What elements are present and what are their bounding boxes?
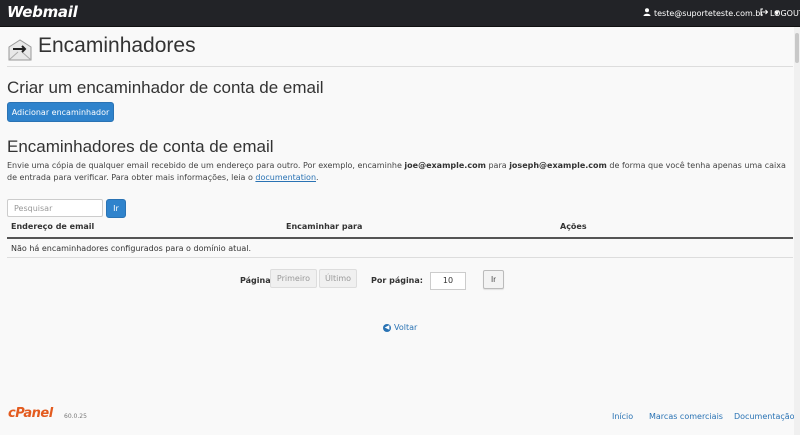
table-row-border [7, 257, 793, 258]
column-header-forward-to[interactable]: Encaminhar para [286, 222, 362, 231]
user-icon [643, 8, 651, 18]
footer-link-trademarks[interactable]: Marcas comerciais [649, 412, 723, 421]
top-navbar: Webmail teste@suporteteste.com.br ▼ LOGO… [0, 0, 800, 27]
user-menu[interactable]: teste@suporteteste.com.br ▼ [643, 8, 779, 18]
footer-link-documentation[interactable]: Documentação [734, 412, 795, 421]
title-divider [7, 66, 793, 67]
per-page-label: Por página: [371, 276, 423, 285]
back-arrow-icon: ◀ [383, 323, 391, 332]
last-page-button[interactable]: Último [319, 269, 357, 288]
search-button[interactable]: Ir [106, 199, 126, 218]
back-label: Voltar [394, 323, 418, 332]
logout-icon [760, 8, 769, 18]
user-email: teste@suporteteste.com.br [654, 8, 764, 18]
cpanel-logo[interactable]: cPanel [8, 406, 53, 421]
footer-link-home[interactable]: Início [612, 412, 633, 421]
email-forwarders-heading: Encaminhadores de conta de email [7, 137, 274, 156]
table-header-border [7, 237, 793, 239]
add-forwarder-button[interactable]: Adicionar encaminhador [7, 102, 114, 122]
logout-label: LOGOUT [770, 8, 800, 18]
column-header-email[interactable]: Endereço de email [11, 222, 94, 231]
page-label: Página: [240, 276, 274, 285]
scrollbar-thumb[interactable] [795, 33, 799, 63]
forwarder-envelope-icon [7, 36, 33, 62]
search-input[interactable] [7, 199, 103, 217]
description-text: Envie uma cópia de qualquer email recebi… [7, 161, 786, 182]
per-page-input[interactable]: 10 [430, 272, 466, 290]
pagination-go-button[interactable]: Ir [483, 270, 504, 289]
vertical-scrollbar[interactable] [794, 27, 800, 435]
page-title: Encaminhadores [38, 34, 196, 57]
column-header-actions: Ações [560, 222, 587, 231]
back-link[interactable]: ◀ Voltar [383, 323, 417, 332]
cpanel-version: 60.0.25 [64, 413, 87, 420]
webmail-logo[interactable]: Webmail [7, 3, 78, 21]
first-page-button[interactable]: Primeiro [270, 269, 317, 288]
empty-table-message: Não há encaminhadores configurados para … [11, 244, 251, 253]
create-forwarder-heading: Criar um encaminhador de conta de email [7, 78, 324, 97]
logout-link[interactable]: LOGOUT [760, 8, 800, 18]
documentation-link[interactable]: documentation [255, 173, 316, 182]
